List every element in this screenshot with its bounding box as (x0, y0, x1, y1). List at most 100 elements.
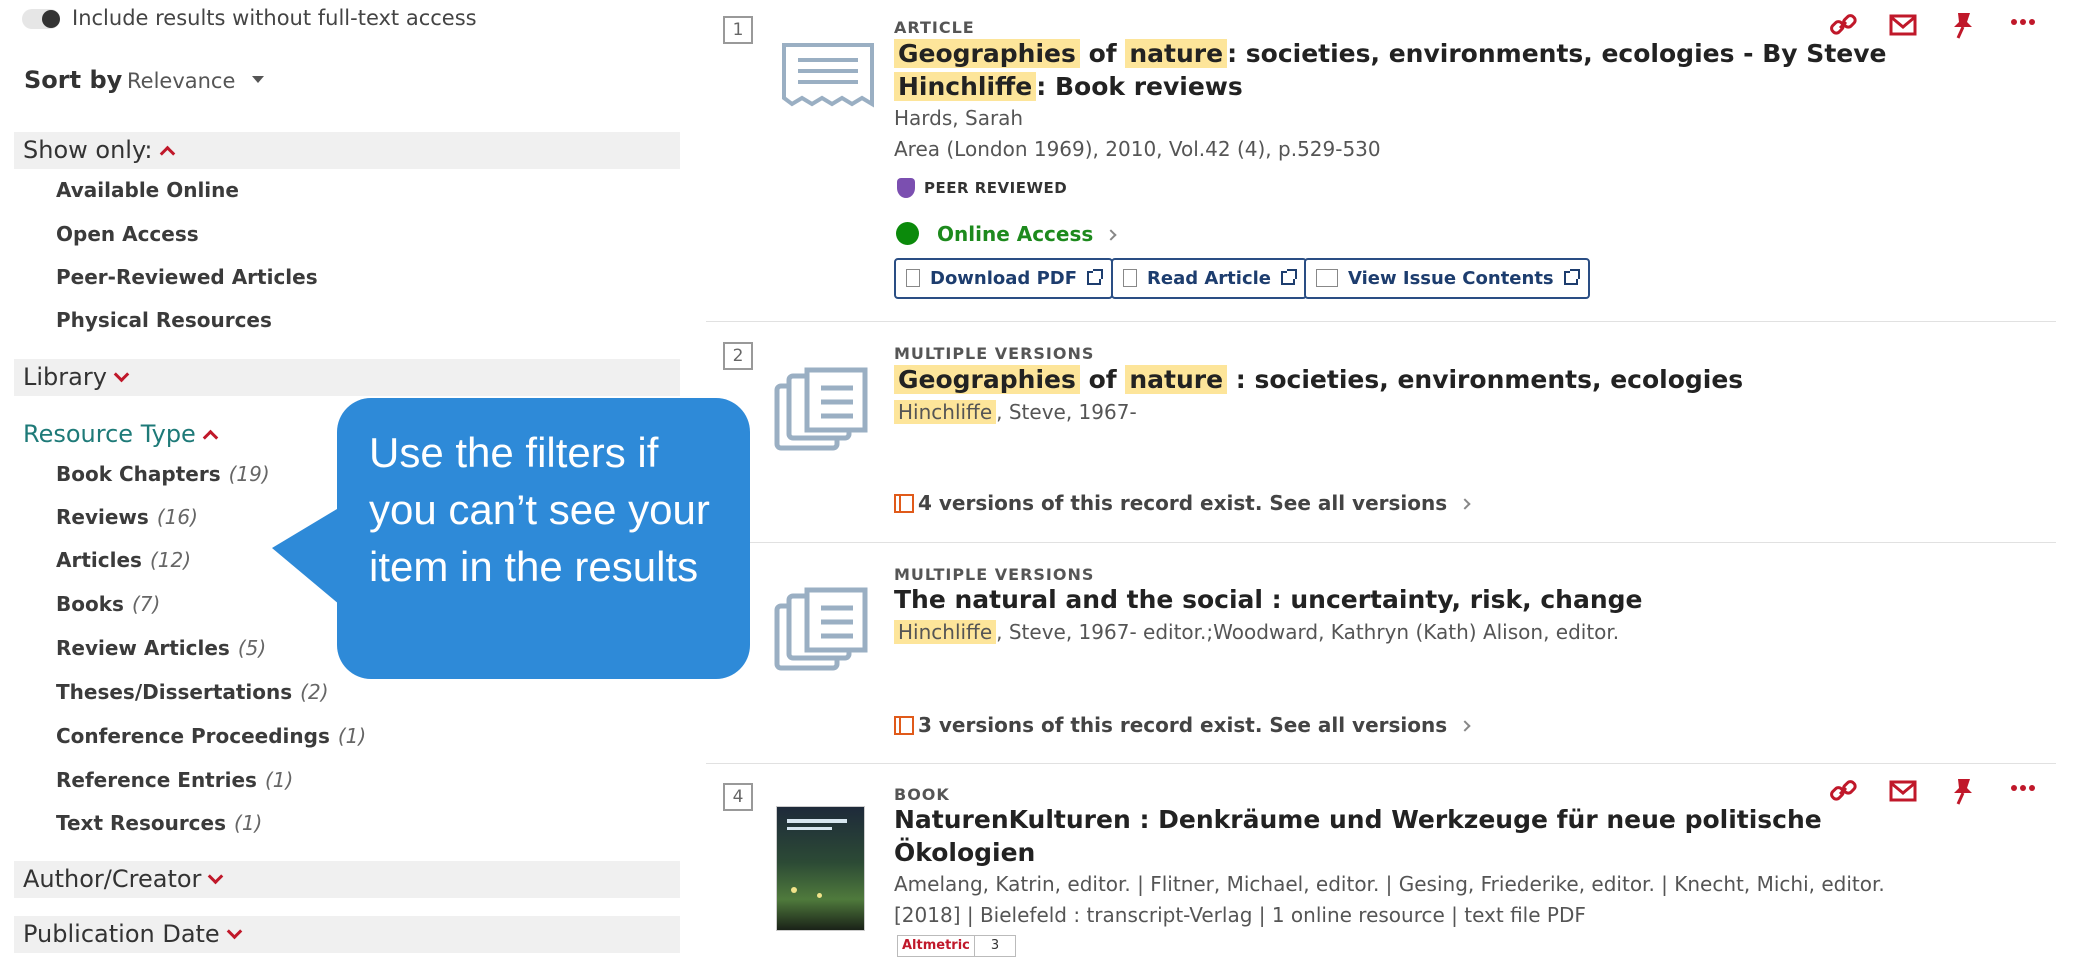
result-authors: Amelang, Katrin, editor. | Flitner, Mich… (894, 872, 1885, 896)
email-icon[interactable] (1888, 776, 1948, 806)
result-number: 2 (723, 342, 753, 370)
facet-item-count: (2) (300, 680, 329, 704)
author-text: , Steve, 1967- editor.;Woodward, Kathryn… (996, 620, 1620, 644)
result-title-link[interactable]: Geographies of nature : societies, envir… (894, 363, 1743, 396)
result-type: MULTIPLE VERSIONS (894, 344, 1095, 363)
versions-label: 3 versions of this record exist. See all… (918, 713, 1448, 737)
more-icon[interactable] (2008, 10, 2068, 40)
result-number: 4 (723, 783, 753, 811)
versions-label: 4 versions of this record exist. See all… (918, 491, 1448, 515)
facet-item-book-chapters[interactable]: Book Chapters (19) (56, 462, 270, 486)
more-icon[interactable] (2008, 776, 2068, 806)
instruction-callout: Use the filters if you can’t see your it… (337, 398, 750, 679)
title-text: NaturenKulturen : Denkräume und Werkzeug… (894, 805, 1822, 834)
facet-item-label: Book Chapters (56, 462, 221, 486)
facet-show-only[interactable]: Show only: (14, 132, 680, 169)
chevron-down-icon (226, 923, 242, 940)
online-access-link[interactable]: Online Access (896, 222, 1117, 246)
link-icon[interactable] (1828, 10, 1888, 40)
result-author: Hinchliffe, Steve, 1967- (894, 400, 1137, 424)
result-title-link[interactable]: Geographies of nature: societies, enviro… (894, 37, 1886, 103)
title-highlight: Geographies (894, 39, 1080, 68)
result-divider (706, 542, 2056, 543)
title-text: : Book reviews (1036, 72, 1243, 101)
external-link-icon (1281, 269, 1297, 285)
read-article-button[interactable]: Read Article (1111, 258, 1307, 299)
title-text: of (1088, 39, 1117, 68)
facet-item-label: Theses/Dissertations (56, 680, 293, 704)
facet-item-peer-reviewed[interactable]: Peer-Reviewed Articles (56, 265, 318, 289)
see-all-versions-link[interactable]: 3 versions of this record exist. See all… (894, 713, 1471, 737)
facet-item-open-access[interactable]: Open Access (56, 222, 199, 246)
pin-icon[interactable] (1948, 10, 2008, 40)
chevron-down-icon (113, 366, 130, 383)
sort-caret-icon[interactable] (252, 76, 264, 83)
facet-author[interactable]: Author/Creator (14, 861, 680, 898)
altmetric-badge[interactable]: Altmetric 3 (897, 935, 1017, 957)
facet-library[interactable]: Library (14, 359, 680, 396)
result-actions (1828, 10, 2068, 40)
result-actions (1828, 776, 2068, 806)
facet-item-books[interactable]: Books (7) (56, 592, 160, 616)
chevron-up-icon (159, 145, 175, 162)
online-status-icon (896, 222, 919, 245)
chevron-right-icon (1105, 229, 1117, 241)
peer-reviewed-badge: PEER REVIEWED (897, 178, 1067, 198)
facet-item-theses[interactable]: Theses/Dissertations (2) (56, 680, 329, 704)
versions-icon (894, 716, 914, 735)
title-text: : societies, environments, ecologies (1235, 365, 1744, 394)
peer-reviewed-label: PEER REVIEWED (924, 179, 1068, 197)
chevron-right-icon (1459, 720, 1471, 732)
document-icon (1123, 269, 1137, 287)
facet-publication-date[interactable]: Publication Date (14, 916, 680, 953)
altmetric-score: 3 (973, 936, 1015, 956)
view-issue-contents-button[interactable]: View Issue Contents (1304, 258, 1590, 299)
altmetric-label: Altmetric (898, 936, 974, 956)
facet-item-count: (19) (228, 462, 270, 486)
link-icon[interactable] (1828, 776, 1888, 806)
facet-item-conference-proceedings[interactable]: Conference Proceedings (1) (56, 724, 366, 748)
facet-item-label: Articles (56, 548, 142, 572)
facet-show-only-label: Show only: (23, 136, 153, 164)
facet-item-physical-resources[interactable]: Physical Resources (56, 308, 272, 332)
facet-item-label: Reviews (56, 505, 149, 529)
versions-icon (894, 494, 914, 513)
email-icon[interactable] (1888, 10, 1948, 40)
facet-item-available-online[interactable]: Available Online (56, 178, 239, 202)
facet-item-reviews[interactable]: Reviews (16) (56, 505, 198, 529)
result-title-link[interactable]: NaturenKulturen : Denkräume und Werkzeug… (894, 803, 1822, 869)
facet-item-reference-entries[interactable]: Reference Entries (1) (56, 768, 293, 792)
see-all-versions-link[interactable]: 4 versions of this record exist. See all… (894, 491, 1471, 515)
sort-dropdown[interactable]: Relevance (127, 69, 235, 93)
pin-icon[interactable] (1948, 776, 2008, 806)
result-type: MULTIPLE VERSIONS (894, 565, 1095, 584)
chevron-down-icon (208, 868, 224, 885)
result-divider (706, 321, 2056, 322)
facet-item-count: (7) (131, 592, 161, 616)
facet-item-label: Text Resources (56, 811, 227, 835)
multiple-versions-icon (774, 587, 868, 671)
facet-library-label: Library (23, 363, 107, 391)
facet-item-count: (12) (149, 548, 191, 572)
facet-pubdate-label: Publication Date (23, 920, 220, 948)
facet-item-text-resources[interactable]: Text Resources (1) (56, 811, 262, 835)
author-highlight: Hinchliffe (894, 400, 997, 424)
chevron-up-icon (202, 429, 219, 446)
facet-item-review-articles[interactable]: Review Articles (5) (56, 636, 266, 660)
toggle-knob[interactable] (42, 10, 60, 28)
book-cover-thumbnail[interactable] (776, 806, 865, 931)
title-highlight: nature (1125, 39, 1228, 68)
toggle-label: Include results without full-text access (72, 6, 477, 30)
download-pdf-button[interactable]: Download PDF (894, 258, 1114, 299)
title-highlight: Geographies (894, 365, 1080, 394)
facet-item-count: (5) (237, 636, 267, 660)
facet-item-label: Reference Entries (56, 768, 257, 792)
facet-item-articles[interactable]: Articles (12) (56, 548, 191, 572)
result-title-link[interactable]: The natural and the social : uncertainty… (894, 583, 1643, 616)
title-highlight: nature (1125, 365, 1228, 394)
result-author: Hinchliffe, Steve, 1967- editor.;Woodwar… (894, 620, 1619, 644)
full-text-toggle[interactable] (22, 9, 60, 29)
author-text: , Steve, 1967- (996, 400, 1137, 424)
title-text: : societies, environments, ecologies - B… (1227, 39, 1887, 68)
title-text: Ökologien (894, 838, 1036, 867)
